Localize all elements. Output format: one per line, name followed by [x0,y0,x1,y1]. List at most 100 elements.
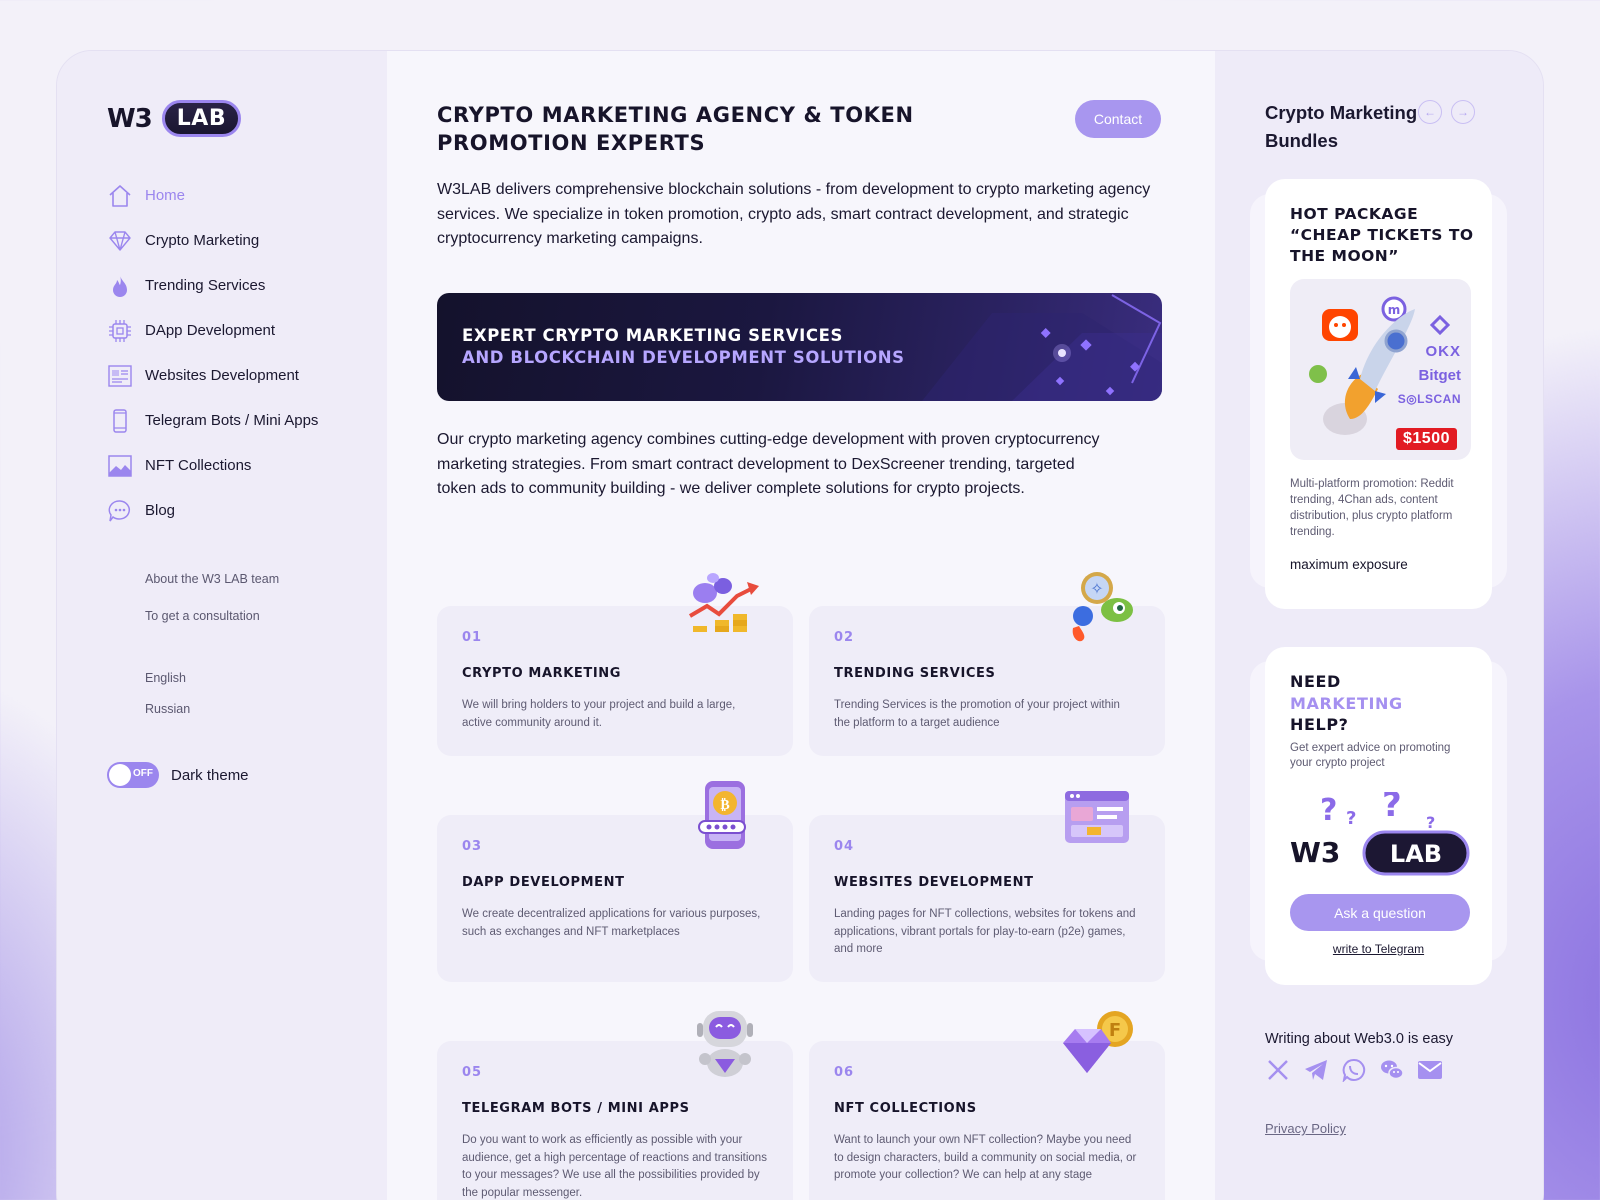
service-number: 01 [462,630,483,645]
nav-label: Telegram Bots / Mini Apps [145,412,319,429]
svg-text:✧: ✧ [1090,579,1103,598]
logo-w3: W3 [107,103,153,134]
crypto-phone-icon: ₿ [698,781,746,849]
arrow-right-icon: → [1457,105,1469,119]
chip-icon [107,318,133,344]
chat-icon [107,498,133,524]
package-image: m OKX Bitget S◎LSCAN $1500 [1290,279,1471,460]
service-number: 03 [462,839,483,854]
intro-text: W3LAB delivers comprehensive blockchain … [437,181,1151,247]
help-heading-line3: Help? [1290,715,1349,734]
service-desc: Landing pages for NFT collections, websi… [834,908,1136,955]
nav-item-websites-development[interactable]: Websites Development [107,353,318,398]
agency-description: Our crypto marketing agency combines cut… [437,431,1100,497]
service-desc: Do you want to work as efficiently as po… [462,1134,767,1199]
nav-item-trending-services[interactable]: Trending Services [107,263,318,308]
about-team-link[interactable]: About the W3 LAB team [145,572,279,609]
ask-question-button[interactable]: Ask a question [1290,894,1470,931]
fire-icon [107,273,133,299]
nav-label: NFT Collections [145,457,252,474]
service-card-trending-services[interactable]: ✧ 02 Trending Services Trending Services… [809,572,1165,756]
whatsapp-icon[interactable] [1341,1057,1367,1083]
marketing-help-card: Need Marketing Help? Get expert advice o… [1265,647,1492,985]
nav-item-blog[interactable]: Blog [107,488,318,533]
help-heading-accent: Marketing [1290,693,1403,713]
brand-okx: OKX [1425,343,1461,360]
banner-line-2: and Blockchain Development Solutions [462,348,905,367]
hero-banner: Expert Crypto Marketing Services and Blo… [437,293,1162,401]
browser-window-icon [1065,791,1129,843]
mail-icon[interactable] [1417,1057,1443,1083]
nav-item-nft-collections[interactable]: NFT Collections [107,443,318,488]
carousel-next-button[interactable]: → [1451,100,1475,124]
toggle-state: OFF [133,768,153,779]
nav-label: Home [145,187,186,204]
nav-label: DApp Development [145,322,276,339]
x-icon[interactable] [1265,1057,1291,1083]
wechat-icon[interactable] [1379,1057,1405,1083]
image-icon [107,453,133,479]
banner-decoration [922,294,1162,401]
service-title: Websites Development [834,875,1034,890]
nav-item-dapp-development[interactable]: DApp Development [107,308,318,353]
help-heading-line1: Need [1290,672,1341,691]
language-switcher: English Russian [145,671,190,733]
consultation-link[interactable]: To get a consultation [145,609,279,646]
service-card-websites-development[interactable]: 04 Websites Development Landing pages fo… [809,791,1165,982]
home-icon [107,183,133,209]
service-title: NFT Collections [834,1101,977,1116]
carousel-prev-button[interactable]: ← [1418,100,1442,124]
lang-english[interactable]: English [145,671,190,702]
package-footer: maximum exposure [1290,557,1408,572]
social-links [1265,1057,1443,1083]
coins-chart-icon [688,573,759,632]
gem-coin-icon: F [1063,1011,1133,1073]
package-heading: Hot package “Cheap tickets to the moon” [1290,205,1474,265]
brand-bitget: Bitget [1418,367,1462,384]
service-number: 05 [462,1065,483,1080]
package-price: $1500 [1396,428,1457,450]
banner-line-1: Expert Crypto Marketing Services [462,326,843,345]
right-sidebar: Crypto Marketing Bundles ← → Hot package… [1215,51,1543,1200]
service-card-nft-collections[interactable]: F 06 NFT Collections Want to launch your… [809,1011,1165,1200]
svg-text:LAB: LAB [1390,840,1442,868]
service-title: Trending Services [834,666,996,681]
service-card-telegram-bots[interactable]: 05 Telegram Bots / Mini Apps Do you want… [437,1011,793,1200]
token-badges-icon: ✧ [1072,572,1133,642]
nav-label: Trending Services [145,277,266,294]
arrow-left-icon: ← [1424,105,1436,119]
robot-icon [697,1011,753,1077]
telegram-icon[interactable] [1303,1057,1329,1083]
main-content: Crypto Marketing Agency & Token Promotio… [387,51,1215,1200]
socials-heading: Writing about Web3.0 is easy [1265,1031,1454,1047]
nav-item-home[interactable]: Home [107,173,318,218]
help-subtitle: Get expert advice on promoting your cryp… [1290,742,1451,769]
service-number: 04 [834,839,855,854]
nav-item-telegram-bots[interactable]: Telegram Bots / Mini Apps [107,398,318,443]
nav-item-crypto-marketing[interactable]: Crypto Marketing [107,218,318,263]
diamond-icon [107,228,133,254]
service-desc: We create decentralized applications for… [462,908,761,938]
dark-theme-toggle[interactable]: OFF [107,762,159,788]
privacy-policy-link[interactable]: Privacy Policy [1265,1121,1346,1136]
service-card-crypto-marketing[interactable]: 01 Crypto Marketing We will bring holder… [437,573,793,756]
theme-switch: OFF Dark theme [107,762,249,788]
bundles-title: Crypto Marketing Bundles [1265,102,1418,151]
svg-text:W3: W3 [1290,836,1340,869]
lang-russian[interactable]: Russian [145,702,190,733]
service-title: Crypto Marketing [462,666,622,681]
service-number: 06 [834,1065,855,1080]
w3lab-logo[interactable]: W3 LAB [107,100,242,137]
w3lab-question-logo: ? ? ? ? W3 LAB [1290,792,1470,876]
svg-text:?: ? [1320,793,1337,828]
service-desc: Want to launch your own NFT collection? … [834,1134,1137,1181]
nav-label: Websites Development [145,367,299,384]
svg-text:₿: ₿ [720,797,729,813]
contact-button[interactable]: Contact [1075,100,1161,138]
package-card[interactable]: Hot package “Cheap tickets to the moon” … [1265,179,1492,609]
svg-text:m: m [1388,303,1401,317]
secondary-links: About the W3 LAB team To get a consultat… [145,572,279,646]
nav-label: Blog [145,502,176,519]
service-card-dapp-development[interactable]: ₿ 03 DApp Development We create decentra… [437,781,793,982]
telegram-link[interactable]: write to Telegram [1265,942,1492,956]
